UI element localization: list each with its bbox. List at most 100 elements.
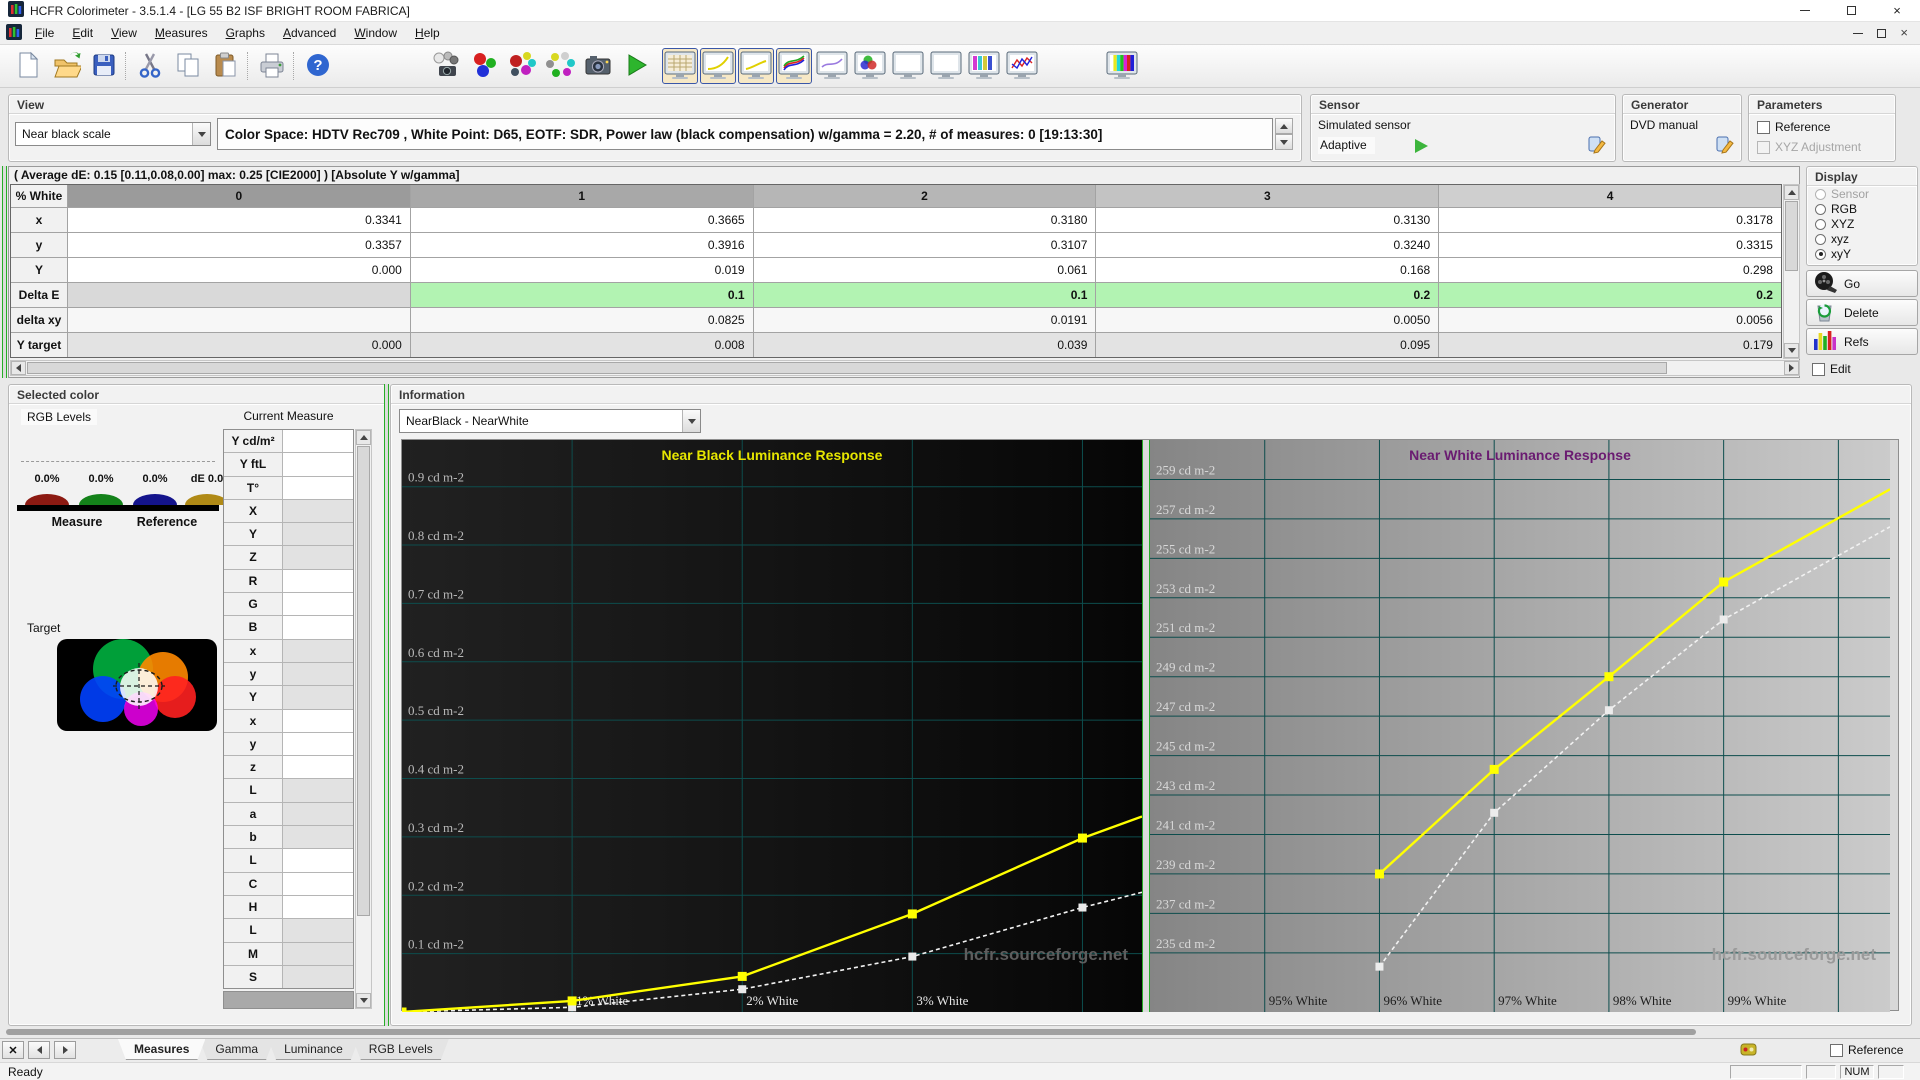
tab-scroll-left-button[interactable] — [28, 1041, 50, 1059]
menu-measures[interactable]: Measures — [146, 23, 217, 43]
near-black-chart[interactable]: 0.1 cd m-2 0.2 cd m-2 0.3 cd m-2 0.4 cd m-2… — [402, 440, 1142, 1012]
scroll-thumb[interactable] — [27, 362, 1667, 374]
menu-advanced[interactable]: Advanced — [274, 23, 345, 43]
measure-row-value[interactable] — [283, 895, 353, 919]
toolbar-view-cie-diagram-button[interactable] — [852, 48, 888, 84]
table-cell[interactable]: 0.0050 — [1096, 308, 1439, 332]
toolbar-help-button[interactable]: ? — [300, 48, 336, 84]
toolbar-view-blank-screen-1-button[interactable] — [890, 48, 926, 84]
delete-button[interactable]: Delete — [1806, 299, 1918, 326]
menu-edit[interactable]: Edit — [63, 23, 102, 43]
measure-row-value[interactable] — [283, 639, 353, 662]
mdi-restore-icon[interactable] — [1877, 28, 1887, 38]
sensor-config-icon[interactable] — [1587, 135, 1607, 158]
chevron-down-icon[interactable] — [192, 123, 210, 145]
measure-row-value[interactable] — [283, 802, 353, 826]
toolbar-view-measures-table-button[interactable] — [662, 48, 698, 84]
toolbar-save-file-button[interactable] — [86, 48, 122, 84]
scroll-up-icon[interactable] — [356, 430, 371, 445]
table-cell[interactable]: 0.3107 — [753, 233, 1096, 257]
toolbar-paste-button[interactable] — [208, 48, 244, 84]
toolbar-measure-grayscale-button[interactable] — [428, 48, 464, 84]
measure-row-value[interactable] — [283, 616, 353, 639]
table-cell[interactable]: 0.019 — [410, 258, 753, 282]
measure-row-value[interactable] — [283, 546, 353, 569]
measure-row-value[interactable] — [283, 849, 353, 872]
toolbar-measure-primaries-button[interactable] — [466, 48, 502, 84]
table-cell[interactable]: 0.3916 — [410, 233, 753, 257]
toolbar-view-luminance-chart-button[interactable] — [738, 48, 774, 84]
table-cell[interactable]: 0.0825 — [410, 308, 753, 332]
table-horizontal-scrollbar[interactable] — [10, 360, 1800, 376]
toolbar-view-gamma-chart-button[interactable] — [700, 48, 736, 84]
mdi-minimize-icon[interactable] — [1853, 32, 1864, 34]
toolbar-run-measures-button[interactable] — [618, 48, 654, 84]
table-cell[interactable]: 0.095 — [1096, 333, 1439, 357]
display-radio-xyz[interactable]: xyz — [1815, 232, 1917, 246]
measure-row-value[interactable] — [283, 499, 353, 523]
toolbar-new-document-button[interactable] — [10, 48, 46, 84]
table-corner-header[interactable]: % White — [11, 185, 67, 207]
table-cell[interactable] — [68, 283, 410, 307]
splitter-handle[interactable] — [2, 166, 7, 378]
sensor-play-icon[interactable] — [1415, 139, 1428, 153]
splitter-handle[interactable] — [384, 384, 389, 1026]
table-cell[interactable]: 0.179 — [1439, 333, 1781, 357]
tab-close-button[interactable]: ✕ — [2, 1041, 24, 1059]
measure-row-value[interactable] — [283, 709, 353, 732]
measure-row-value[interactable] — [283, 430, 353, 453]
toolbar-view-blank-screen-2-button[interactable] — [928, 48, 964, 84]
measure-row-value[interactable] — [283, 593, 353, 616]
measure-row-value[interactable] — [283, 569, 353, 593]
chevron-down-icon[interactable] — [682, 410, 700, 432]
table-cell[interactable]: 0.2 — [1439, 283, 1781, 307]
column-header-4[interactable]: 4 — [1439, 185, 1781, 207]
measure-row-value[interactable] — [283, 942, 353, 965]
table-cell[interactable]: 0.1 — [753, 283, 1096, 307]
column-header-0[interactable]: 0 — [68, 185, 410, 207]
table-cell[interactable]: 0.039 — [753, 333, 1096, 357]
tab-luminance[interactable]: Luminance — [268, 1039, 359, 1060]
maximize-button[interactable] — [1828, 0, 1874, 21]
measure-row-value[interactable] — [283, 919, 353, 942]
table-cell[interactable]: 0.298 — [1439, 258, 1781, 282]
near-white-chart[interactable]: 235 cd m-2 237 cd m-2 239 cd m-2 241 cd m-2… — [1150, 440, 1890, 1012]
display-radio-xyz[interactable]: XYZ — [1815, 217, 1917, 231]
table-cell[interactable]: 0.0056 — [1439, 308, 1781, 332]
menu-view[interactable]: View — [102, 23, 146, 43]
toolbar-measure-free-button[interactable] — [542, 48, 578, 84]
table-cell[interactable]: 0.3357 — [68, 233, 410, 257]
toolbar-copy-button[interactable] — [170, 48, 206, 84]
toolbar-capture-screenshot-button[interactable] — [580, 48, 616, 84]
table-cell[interactable] — [68, 308, 410, 332]
table-cell[interactable]: 0.3178 — [1439, 208, 1781, 232]
toolbar-measure-saturations-button[interactable] — [504, 48, 540, 84]
measure-row-value[interactable] — [283, 826, 353, 849]
table-cell[interactable]: 0.3341 — [68, 208, 410, 232]
close-button[interactable]: × — [1874, 0, 1920, 21]
target-cie-thumbnail[interactable] — [57, 639, 217, 734]
scale-selector-dropdown[interactable]: Near black scale — [15, 122, 211, 146]
tab-rgb-levels[interactable]: RGB Levels — [353, 1039, 449, 1060]
tab-scroll-right-button[interactable] — [54, 1041, 76, 1059]
toolbar-view-rgb-levels-chart-button[interactable] — [776, 48, 812, 84]
table-cell[interactable]: 0.000 — [68, 258, 410, 282]
menu-graphs[interactable]: Graphs — [217, 23, 274, 43]
mdi-close-icon[interactable]: × — [1900, 26, 1908, 39]
table-cell[interactable]: 0.168 — [1096, 258, 1439, 282]
column-header-3[interactable]: 3 — [1096, 185, 1439, 207]
table-cell[interactable]: 0.0191 — [753, 308, 1096, 332]
table-vertical-scrollbar[interactable] — [1783, 184, 1800, 359]
minimize-button[interactable] — [1782, 0, 1828, 21]
tab-gamma[interactable]: Gamma — [199, 1039, 274, 1060]
table-cell[interactable]: 0.3240 — [1096, 233, 1439, 257]
toolbar-view-test-pattern-button[interactable] — [1104, 48, 1140, 84]
measure-row-value[interactable] — [283, 476, 353, 499]
display-radio-xyy[interactable]: xyY — [1815, 247, 1917, 261]
display-radio-rgb[interactable]: RGB — [1815, 202, 1917, 216]
toolbar-view-line-chart-button[interactable] — [814, 48, 850, 84]
spinner-up-button[interactable] — [1275, 118, 1293, 134]
menu-help[interactable]: Help — [406, 23, 449, 43]
table-cell[interactable]: 0.1 — [410, 283, 753, 307]
table-cell[interactable]: 0.3130 — [1096, 208, 1439, 232]
